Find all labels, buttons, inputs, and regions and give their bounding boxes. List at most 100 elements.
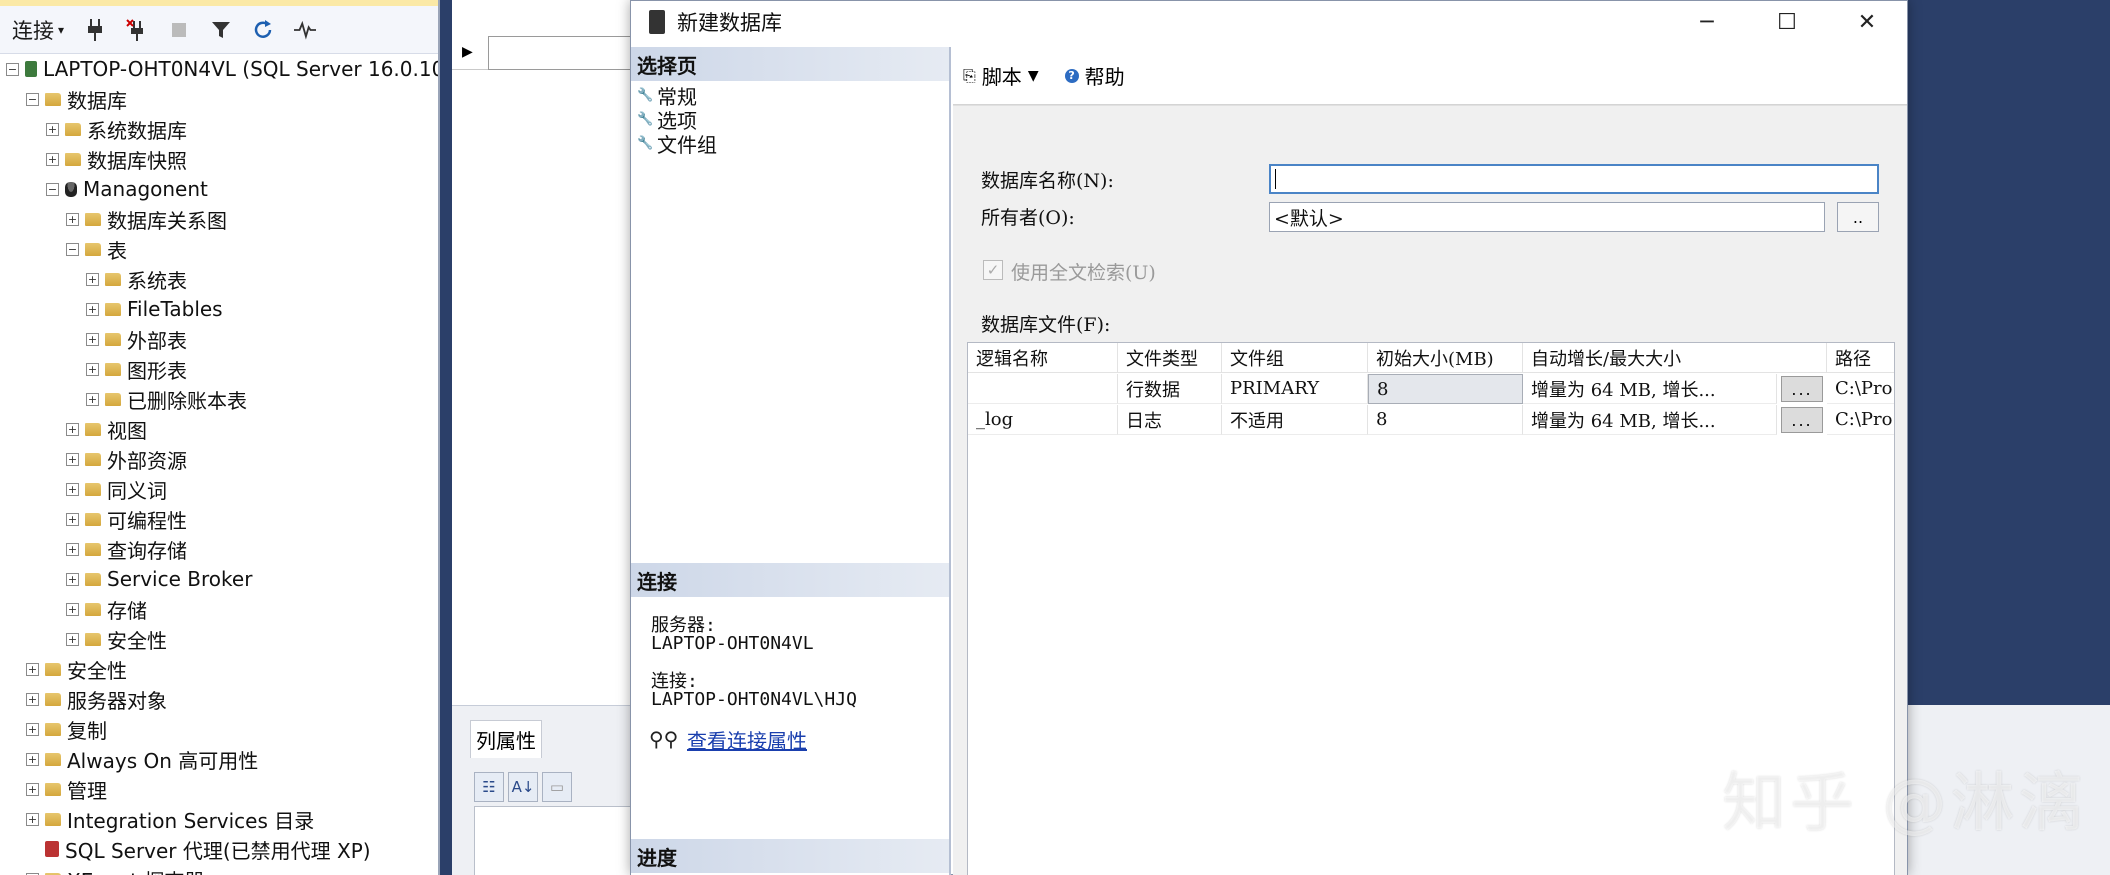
autogrow-button[interactable]: ... [1781,376,1823,402]
expand-icon[interactable]: + [66,212,79,226]
script-button[interactable]: ⎘ 脚本 ▼ [963,61,1039,90]
expand-icon[interactable]: + [26,692,39,706]
cell-type[interactable]: 日志 [1118,405,1222,435]
owner-browse-button[interactable]: .. [1837,202,1879,232]
page-general[interactable]: 🔧 常规 [637,83,697,109]
close-button[interactable]: ✕ [1827,1,1907,43]
tree-node[interactable]: − Managonent [46,174,208,204]
collapse-icon[interactable]: − [46,182,59,196]
expand-icon[interactable]: + [66,602,79,616]
fulltext-checkbox[interactable]: ✓ [983,260,1003,280]
property-pages-icon[interactable]: ▭ [542,772,572,802]
cell-filegroup[interactable]: PRIMARY [1222,374,1368,404]
expand-icon[interactable]: + [86,362,99,376]
tree-node[interactable]: + Integration Services 目录 [26,804,314,834]
expand-icon[interactable]: + [26,812,39,826]
column-header[interactable]: 文件类型 [1118,343,1222,373]
collapse-icon[interactable]: − [26,92,39,106]
chevron-down-icon[interactable]: ▼ [1028,68,1039,84]
column-header[interactable]: 文件组 [1222,343,1368,373]
column-header[interactable]: 初始大小(MB) [1368,343,1523,373]
expand-icon[interactable]: + [26,662,39,676]
tree-node[interactable]: +XEvent 探查器 [26,864,204,875]
tree-node[interactable]: + 已删除账本表 [86,384,247,414]
expand-icon[interactable]: + [26,722,39,736]
activity-icon[interactable] [294,19,317,41]
view-connection-properties-link[interactable]: 查看连接属性 [687,725,807,754]
cell-path[interactable]: C:\Pro [1827,405,1894,435]
tree-node[interactable]: + 管理 [26,774,107,804]
page-filegroups[interactable]: 🔧 文件组 [637,131,717,157]
tree-node[interactable]: + FileTables [86,294,223,324]
categorized-icon[interactable]: ☷ [474,772,504,802]
cell-logical-name[interactable] [968,374,1118,404]
tree-node[interactable]: − 数据库 [26,84,127,114]
tree-node[interactable]: + 系统数据库 [46,114,187,144]
collapse-icon[interactable]: − [66,242,79,256]
tree-node[interactable]: + 复制 [26,714,107,744]
expand-icon[interactable]: + [66,512,79,526]
tree-node[interactable]: + 查询存储 [66,534,187,564]
tree-node[interactable]: + 外部表 [86,324,187,354]
expand-icon[interactable]: + [86,392,99,406]
expand-icon[interactable]: + [66,482,79,496]
cell-path[interactable]: C:\Pro [1827,374,1894,404]
expand-icon[interactable]: + [66,542,79,556]
expand-icon[interactable]: + [66,452,79,466]
tree-node[interactable]: + 存储 [66,594,147,624]
filter-icon[interactable] [210,19,232,41]
tree-node[interactable]: + 服务器对象 [26,684,167,714]
expand-icon[interactable]: + [86,272,99,286]
cell-autogrow[interactable]: 增量为 64 MB, 增长... [1523,374,1777,404]
expand-icon[interactable]: + [66,422,79,436]
maximize-button[interactable]: ☐ [1747,1,1827,43]
disconnect-icon[interactable] [126,18,148,41]
cell-type[interactable]: 行数据 [1118,374,1222,404]
page-options[interactable]: 🔧 选项 [637,107,697,133]
expand-icon[interactable]: + [86,332,99,346]
tree-node[interactable]: + Service Broker [66,564,252,594]
tree-node[interactable]: − LAPTOP-OHT0N4VL (SQL Server 16.0.10 [6,54,438,84]
minimize-button[interactable]: ─ [1667,1,1747,43]
tree-node[interactable]: + 安全性 [26,654,127,684]
stop-icon[interactable] [168,19,190,41]
expand-icon[interactable]: + [26,752,39,766]
autogrow-button[interactable]: ... [1781,407,1823,433]
column-header[interactable]: 逻辑名称 [968,343,1118,373]
tree-node[interactable]: + 安全性 [66,624,167,654]
expand-icon[interactable]: + [66,572,79,586]
collapse-icon[interactable]: − [6,62,19,76]
tree-node[interactable]: + 数据库快照 [46,144,187,174]
tree-node[interactable]: + Always On 高可用性 [26,744,258,774]
help-button[interactable]: ? 帮助 [1064,61,1125,90]
tree-node[interactable]: − 表 [66,234,127,264]
connect-button[interactable]: 连接 ▾ [12,15,64,45]
cell-size[interactable]: 8 [1368,405,1523,435]
expand-icon[interactable]: + [46,152,59,166]
column-header[interactable]: 路径 [1827,343,1894,373]
expand-icon[interactable]: + [46,122,59,136]
cell-logical-name[interactable]: _log [968,405,1118,435]
expand-icon[interactable]: + [86,302,99,316]
tree-node[interactable]: SQL Server 代理(已禁用代理 XP) [26,834,371,864]
alphabetical-icon[interactable]: A↓ [508,772,538,802]
column-header[interactable]: 自动增长/最大大小 [1523,343,1827,373]
tree-node[interactable]: + 数据库关系图 [66,204,227,234]
plug-icon[interactable] [84,18,106,41]
tree-node[interactable]: + 可编程性 [66,504,187,534]
tree-node[interactable]: + 外部资源 [66,444,187,474]
cell-autogrow[interactable]: 增量为 64 MB, 增长... [1523,405,1777,435]
owner-input[interactable]: <默认> [1269,202,1825,232]
expand-icon[interactable]: + [66,632,79,646]
tab-column-properties[interactable]: 列属性 [470,720,542,758]
db-name-input[interactable] [1269,164,1879,194]
cell-filegroup[interactable]: 不适用 [1222,405,1368,435]
tree-node[interactable]: + 同义词 [66,474,167,504]
refresh-icon[interactable] [252,19,274,41]
grid-cell[interactable] [488,36,636,70]
tree-node[interactable]: + 视图 [66,414,147,444]
expand-icon[interactable]: + [26,782,39,796]
tree-node[interactable]: + 图形表 [86,354,187,384]
tree-node[interactable]: + 系统表 [86,264,187,294]
cell-size[interactable]: 8 [1368,374,1523,404]
